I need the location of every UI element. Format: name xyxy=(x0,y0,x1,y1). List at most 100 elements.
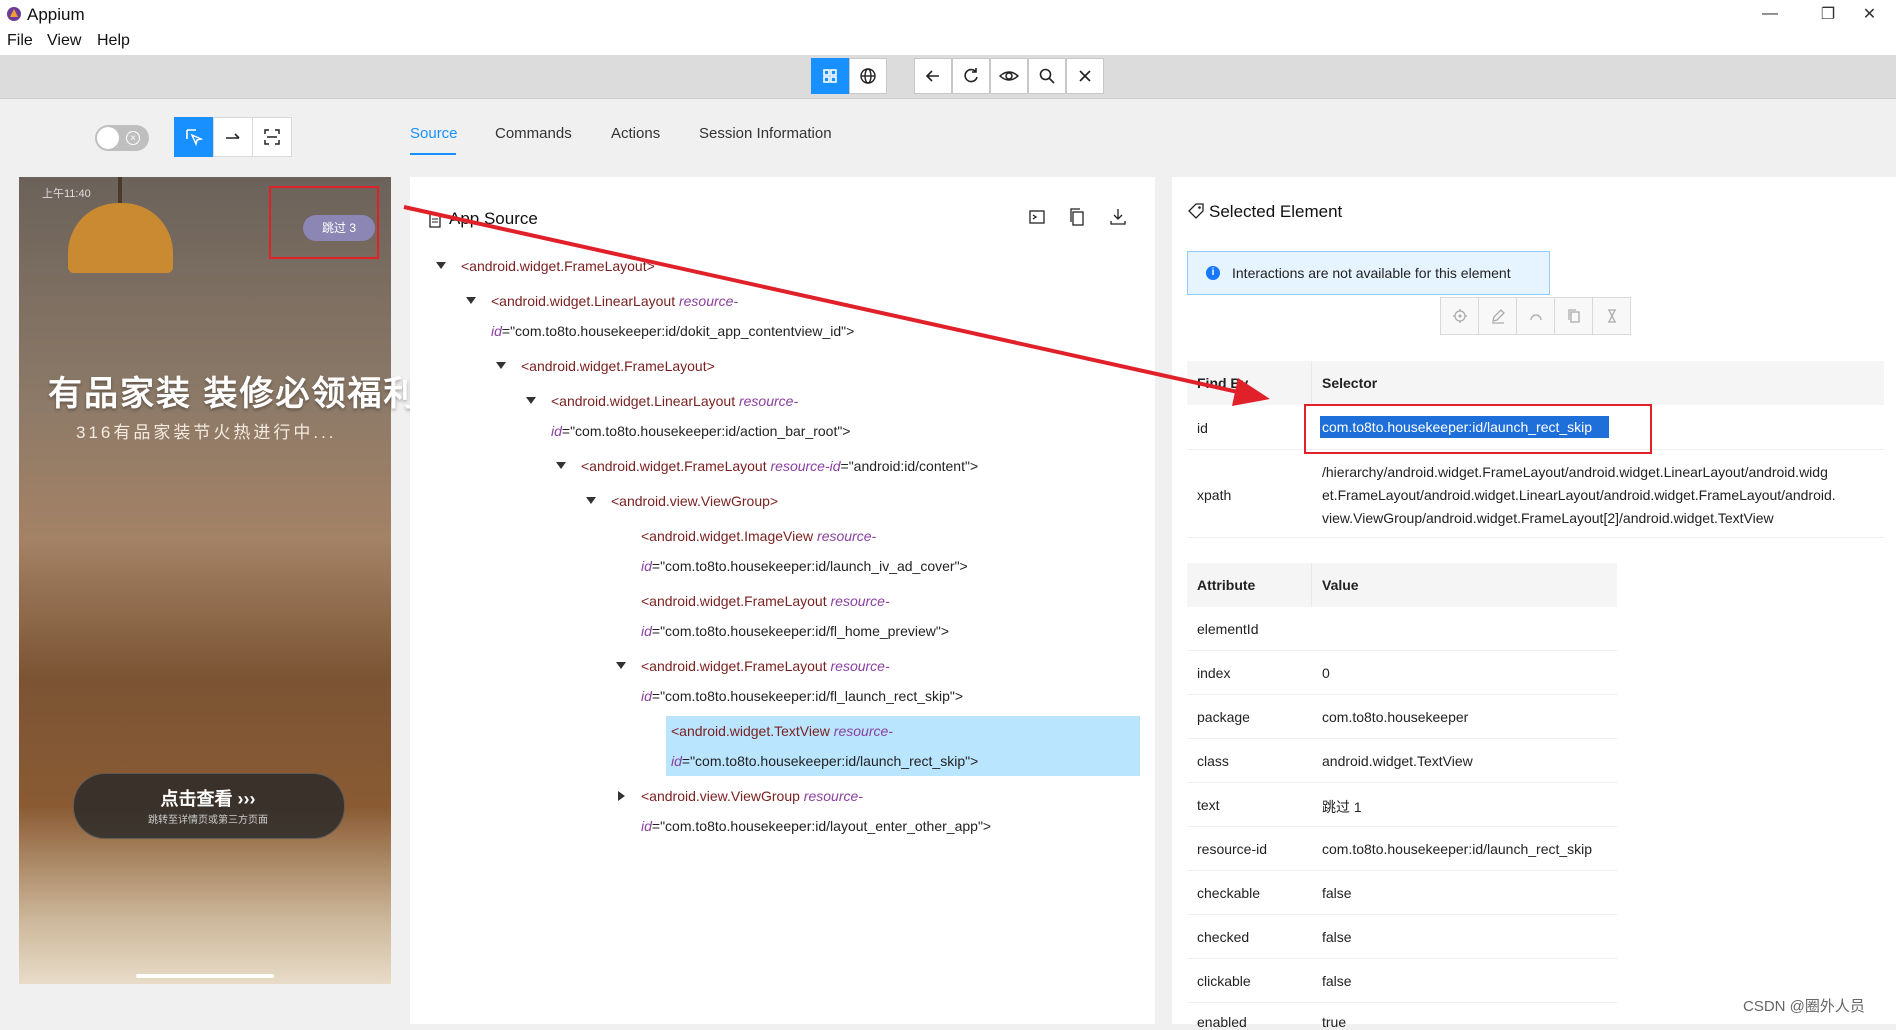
tree-node-cont[interactable]: id="com.to8to.housekeeper:id/launch_rect… xyxy=(671,753,978,769)
tree-node-cont[interactable]: id="com.to8to.housekeeper:id/action_bar_… xyxy=(551,423,850,439)
attribute-name: checkable xyxy=(1197,885,1261,901)
watermark: CSDN @圈外人员 xyxy=(1743,998,1865,1015)
tab-commands[interactable]: Commands xyxy=(495,125,572,142)
annotation-box-skip xyxy=(269,186,379,259)
row-divider xyxy=(1187,1002,1617,1003)
attribute-value: android.widget.TextView xyxy=(1322,753,1473,769)
tap-by-coordinates-button[interactable] xyxy=(252,117,292,157)
tree-node-cont[interactable]: id="com.to8to.housekeeper:id/launch_iv_a… xyxy=(641,558,968,574)
restore-icon: ❐ xyxy=(1820,6,1836,23)
grid-icon xyxy=(823,69,837,83)
node-attr: resource- xyxy=(803,788,863,804)
node-tag: <android.widget.ImageView xyxy=(641,528,814,544)
web-mode-button[interactable] xyxy=(849,58,887,94)
node-tag: <android.widget.LinearLayout xyxy=(491,293,676,309)
terminal-icon xyxy=(1029,210,1045,224)
menu-help[interactable]: Help xyxy=(97,32,130,50)
node-attr: id xyxy=(491,323,502,339)
clear-button[interactable] xyxy=(1516,297,1555,335)
tree-node[interactable]: <android.view.ViewGroup> xyxy=(611,493,778,509)
tree-node[interactable]: <android.widget.FrameLayout resource-id=… xyxy=(581,458,978,474)
attribute-value: false xyxy=(1322,973,1352,989)
node-tag: <android.widget.FrameLayout xyxy=(641,658,827,674)
node-value: ="com.to8to.housekeeper:id/launch_iv_ad_… xyxy=(651,558,968,574)
tree-node[interactable]: <android.widget.FrameLayout> xyxy=(461,258,655,274)
expand-toggle[interactable] xyxy=(586,497,596,504)
lamp-cord xyxy=(118,177,122,205)
send-keys-button[interactable] xyxy=(1478,297,1517,335)
copy-xml-button[interactable] xyxy=(1068,207,1086,232)
close-circle-icon: × xyxy=(126,131,140,145)
node-tag: <android.widget.FrameLayout> xyxy=(461,258,655,274)
tree-node-cont[interactable]: id="com.to8to.housekeeper:id/fl_home_pre… xyxy=(641,623,949,639)
tree-node-selected[interactable]: <android.widget.TextView resource- xyxy=(671,723,893,739)
download-xml-button[interactable] xyxy=(1109,207,1127,232)
copy-attributes-button[interactable] xyxy=(1554,297,1593,335)
tree-node[interactable]: <android.widget.FrameLayout resource- xyxy=(641,593,890,609)
menu-file[interactable]: File xyxy=(7,32,33,50)
node-attr: resource- xyxy=(817,528,877,544)
expand-toggle[interactable] xyxy=(526,397,536,404)
minimize-button[interactable]: — xyxy=(1741,0,1799,28)
globe-icon xyxy=(860,68,876,84)
copy-icon xyxy=(1070,208,1084,226)
row-divider xyxy=(1187,914,1617,915)
copy-xml-terminal-button[interactable] xyxy=(1028,208,1046,231)
tree-node[interactable]: <android.widget.LinearLayout resource- xyxy=(551,393,798,409)
attribute-name: checked xyxy=(1197,929,1250,945)
expand-toggle[interactable] xyxy=(616,662,626,669)
tree-node[interactable]: <android.widget.ImageView resource- xyxy=(641,528,876,544)
find-by-header: Find By xyxy=(1197,375,1249,391)
attribute-name: elementId xyxy=(1197,621,1259,637)
expand-toggle[interactable] xyxy=(556,462,566,469)
expand-toggle[interactable] xyxy=(436,262,446,269)
tree-node[interactable]: <android.widget.FrameLayout resource- xyxy=(641,658,890,674)
node-value: ="com.to8to.housekeeper:id/action_bar_ro… xyxy=(561,423,851,439)
tab-actions[interactable]: Actions xyxy=(611,125,660,142)
device-screenshot[interactable] xyxy=(19,177,391,984)
row-divider xyxy=(1187,870,1617,871)
close-window-button[interactable]: ✕ xyxy=(1843,0,1896,28)
expand-toggle[interactable] xyxy=(466,297,476,304)
node-attr: resource- xyxy=(830,658,890,674)
tag-icon xyxy=(1188,203,1204,219)
node-tag: <android.widget.FrameLayout xyxy=(641,593,827,609)
selector-xpath-line[interactable]: view.ViewGroup/android.widget.FrameLayou… xyxy=(1322,510,1774,526)
tree-node-cont[interactable]: id="com.to8to.housekeeper:id/layout_ente… xyxy=(641,818,991,834)
search-button[interactable] xyxy=(1028,58,1066,94)
tree-node-cont[interactable]: id="com.to8to.housekeeper:id/dokit_app_c… xyxy=(491,323,854,339)
tree-node[interactable]: <android.view.ViewGroup resource- xyxy=(641,788,863,804)
minimize-icon: — xyxy=(1762,5,1778,22)
selector-xpath-line[interactable]: /hierarchy/android.widget.FrameLayout/an… xyxy=(1322,464,1828,480)
get-timing-button[interactable] xyxy=(1592,297,1631,335)
collapse-toggle[interactable] xyxy=(618,791,625,801)
swipe-by-coordinates-button[interactable] xyxy=(213,117,253,157)
node-value: ="com.to8to.housekeeper:id/dokit_app_con… xyxy=(501,323,855,339)
download-icon xyxy=(1110,209,1126,225)
attribute-name: index xyxy=(1197,665,1231,681)
active-tab-indicator xyxy=(410,153,456,155)
tree-node-cont[interactable]: id="com.to8to.housekeeper:id/fl_launch_r… xyxy=(641,688,963,704)
expand-toggle[interactable] xyxy=(496,362,506,369)
tree-node[interactable]: <android.widget.FrameLayout> xyxy=(521,358,715,374)
selector-xpath-line[interactable]: et.FrameLayout/android.widget.LinearLayo… xyxy=(1322,487,1836,503)
tap-element-button[interactable] xyxy=(1440,297,1479,335)
native-app-mode-button[interactable] xyxy=(811,58,849,94)
select-elements-button[interactable] xyxy=(174,117,214,157)
title-bar xyxy=(0,0,1896,28)
back-button[interactable] xyxy=(914,58,952,94)
annotation-box-selector xyxy=(1304,404,1652,454)
tab-session-information[interactable]: Session Information xyxy=(699,125,832,142)
node-attr: id xyxy=(551,423,562,439)
node-attr: id xyxy=(641,558,652,574)
tab-source[interactable]: Source xyxy=(410,125,458,142)
refresh-button[interactable] xyxy=(952,58,990,94)
quit-session-button[interactable] xyxy=(1066,58,1104,94)
attribute-name: resource-id xyxy=(1197,841,1268,857)
menu-view[interactable]: View xyxy=(47,32,81,50)
row-divider xyxy=(1187,738,1617,739)
attribute-name: class xyxy=(1197,753,1229,769)
show-hide-button[interactable] xyxy=(990,58,1028,94)
row-divider xyxy=(1187,826,1617,827)
tree-node[interactable]: <android.widget.LinearLayout resource- xyxy=(491,293,738,309)
